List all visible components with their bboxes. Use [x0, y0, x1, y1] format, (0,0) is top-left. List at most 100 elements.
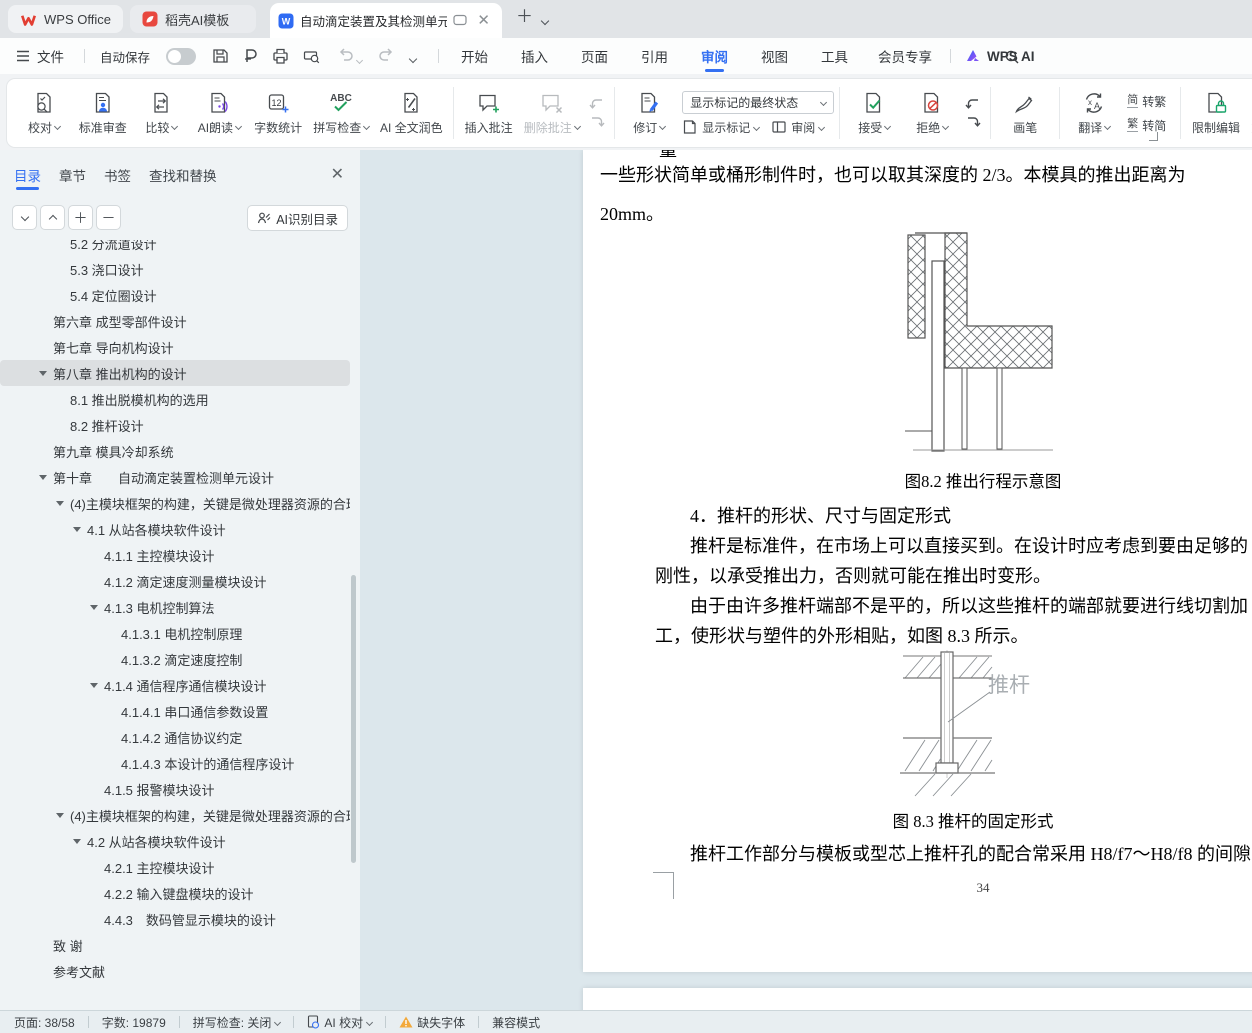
tab-chapters[interactable]: 章节: [59, 160, 86, 190]
toc-item[interactable]: 4.1.4.2 通信协议约定: [0, 724, 350, 750]
undo-chevron-icon[interactable]: [357, 53, 362, 71]
tab-docer-templates[interactable]: 稻壳AI模板: [130, 5, 256, 33]
toc-expand-arrow[interactable]: [39, 475, 47, 480]
toc-item[interactable]: 4.1.4.1 串口通信参数设置: [0, 698, 350, 724]
toc-item[interactable]: 4.1.1 主控模块设计: [0, 542, 350, 568]
to-simplified-button[interactable]: 繁 转简: [1127, 117, 1166, 134]
close-sidebar-icon[interactable]: ✕: [331, 164, 344, 184]
toc-item[interactable]: 8.2 推杆设计: [0, 412, 350, 438]
next-revision-icon[interactable]: [965, 115, 981, 129]
next-comment-icon[interactable]: [589, 115, 605, 129]
delete-comment-button[interactable]: 删除批注: [518, 88, 585, 138]
wps-ai-button[interactable]: WPS AI: [965, 38, 1035, 74]
to-traditional-button[interactable]: 简 转繁: [1127, 93, 1166, 110]
toc-item[interactable]: 第十章 自动滴定装置检测单元设计: [0, 464, 350, 490]
missing-font-warning[interactable]: 缺失字体: [399, 1014, 465, 1031]
tab-wps-office[interactable]: WPS Office: [8, 5, 123, 33]
reject-button[interactable]: 拒绝: [903, 88, 961, 138]
review-pane-button[interactable]: 审阅: [771, 119, 824, 136]
spellcheck-status[interactable]: 拼写检查: 关闭: [193, 1014, 281, 1031]
dialog-launcher-icon[interactable]: [1149, 132, 1158, 141]
toc-item[interactable]: 4.1.2 滴定速度测量模块设计: [0, 568, 350, 594]
toc-expand-arrow[interactable]: [73, 839, 81, 844]
brush-button[interactable]: 画笔: [996, 88, 1054, 138]
menu-view[interactable]: 视图: [761, 38, 788, 74]
menu-member[interactable]: 会员专享: [878, 38, 932, 74]
word-count-indicator[interactable]: 字数: 19879: [102, 1014, 166, 1031]
restrict-edit-button[interactable]: 限制编辑: [1186, 88, 1245, 138]
save-icon[interactable]: [212, 48, 229, 64]
previous-comment-icon[interactable]: [589, 97, 605, 111]
file-menu[interactable]: 文件: [37, 38, 64, 74]
close-tab-icon[interactable]: ✕: [473, 11, 494, 30]
zoom-out-toc-button[interactable]: －: [96, 205, 121, 230]
toc-item[interactable]: 第七章 导向机构设计: [0, 334, 350, 360]
toc-item[interactable]: 4.1.3.1 电机控制原理: [0, 620, 350, 646]
toc-item[interactable]: 4.1.5 报警模块设计: [0, 776, 350, 802]
toc-item[interactable]: 4.1 从站各模块软件设计: [0, 516, 350, 542]
toc-item[interactable]: 4.1.3.2 滴定速度控制: [0, 646, 350, 672]
toolbar-chevron-icon[interactable]: [410, 52, 416, 70]
toc-item[interactable]: 5.2 分流道设计: [0, 240, 350, 256]
proofread-button[interactable]: 校对: [15, 88, 73, 138]
toc-item[interactable]: 第六章 成型零部件设计: [0, 308, 350, 334]
toc-item[interactable]: 4.2.2 输入键盘模块的设计: [0, 880, 350, 906]
next-page[interactable]: [583, 988, 1252, 1010]
menu-page[interactable]: 页面: [581, 38, 608, 74]
tab-bookmarks[interactable]: 书签: [104, 160, 131, 190]
toc-item[interactable]: 致 谢: [0, 932, 350, 958]
track-changes-button[interactable]: 修订: [620, 88, 678, 138]
standard-review-button[interactable]: 标准审查: [73, 88, 132, 138]
toc-item[interactable]: 5.3 浇口设计: [0, 256, 350, 282]
word-count-button[interactable]: 12 字数统计: [248, 88, 307, 138]
hamburger-menu-icon[interactable]: [16, 38, 30, 74]
autosave-toggle[interactable]: [166, 48, 196, 65]
menu-insert[interactable]: 插入: [521, 38, 548, 74]
new-tab-button[interactable]: ＋: [516, 8, 533, 25]
toc-expand-arrow[interactable]: [56, 813, 64, 818]
accept-button[interactable]: 接受: [845, 88, 903, 138]
tab-contents[interactable]: 目录: [14, 160, 41, 190]
collapse-all-button[interactable]: [40, 205, 65, 230]
show-markup-button[interactable]: 显示标记: [682, 119, 759, 136]
toc-item[interactable]: 4.2.1 主控模块设计: [0, 854, 350, 880]
redo-icon[interactable]: [378, 48, 394, 62]
toc-item[interactable]: 5.4 定位圈设计: [0, 282, 350, 308]
print-icon[interactable]: [272, 48, 289, 64]
ai-proofread-status[interactable]: AI 校对: [307, 1014, 372, 1031]
undo-icon[interactable]: [338, 48, 354, 62]
menu-tools[interactable]: 工具: [821, 38, 848, 74]
toc-item[interactable]: 8.1 推出脱模机构的选用: [0, 386, 350, 412]
sidebar-scrollbar[interactable]: [351, 575, 356, 863]
toc-item[interactable]: (4)主模块框架的构建，关键是微处理器资源的合理 ...: [0, 802, 350, 828]
export-pdf-icon[interactable]: [243, 48, 258, 64]
tab-list-chevron-icon[interactable]: [542, 13, 548, 30]
spell-check-button[interactable]: ABC 拼写检查: [308, 88, 375, 138]
toc-expand-arrow[interactable]: [73, 527, 81, 532]
menu-start[interactable]: 开始: [461, 38, 488, 74]
tab-find-replace[interactable]: 查找和替换: [149, 160, 217, 190]
ai-recognize-toc-button[interactable]: AI识别目录: [247, 205, 348, 231]
toc-item[interactable]: (4)主模块框架的构建，关键是微处理器资源的合理 ...: [0, 490, 350, 516]
toc-item[interactable]: 4.1.4 通信程序通信模块设计: [0, 672, 350, 698]
tab-document-active[interactable]: W 自动滴定装置及其检测单元设 ✕: [270, 3, 502, 38]
search-icon[interactable]: [1004, 49, 1020, 65]
markup-state-dropdown[interactable]: 显示标记的最终状态: [682, 91, 834, 114]
document-page[interactable]: 量 一些形状简单或桶形制件时，也可以取其深度的 2/3。本模具的推出距离为 20…: [583, 150, 1252, 972]
compare-button[interactable]: 比较: [132, 88, 190, 138]
translate-button[interactable]: xA 翻译: [1065, 88, 1123, 138]
print-preview-icon[interactable]: [303, 48, 320, 64]
ai-read-aloud-button[interactable]: AI朗读: [190, 88, 248, 138]
menu-review[interactable]: 审阅: [701, 38, 728, 74]
toc-item[interactable]: 4.1.4.3 本设计的通信程序设计: [0, 750, 350, 776]
previous-revision-icon[interactable]: [965, 97, 981, 111]
doc-permission-button[interactable]: 文档权限: [1246, 88, 1252, 138]
ai-polish-button[interactable]: AI 全文润色: [375, 88, 448, 138]
expand-all-button[interactable]: [12, 205, 37, 230]
toc-expand-arrow[interactable]: [39, 371, 47, 376]
toc-expand-arrow[interactable]: [90, 683, 98, 688]
toc-item[interactable]: 参考文献: [0, 958, 350, 984]
toc-expand-arrow[interactable]: [56, 501, 64, 506]
page-indicator[interactable]: 页面: 38/58: [14, 1014, 75, 1031]
zoom-in-toc-button[interactable]: ＋: [68, 205, 93, 230]
